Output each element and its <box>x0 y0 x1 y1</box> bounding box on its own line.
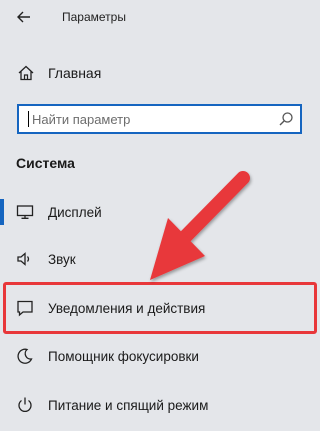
text-caret <box>28 111 29 127</box>
title-bar: Параметры <box>0 0 320 36</box>
notifications-icon <box>15 298 35 318</box>
nav-item-display[interactable]: Дисплей <box>0 195 320 229</box>
home-icon <box>16 63 36 83</box>
power-icon <box>15 395 35 415</box>
section-title: Система <box>16 155 75 171</box>
nav-item-focus-assist-label: Помощник фокусировки <box>48 348 199 364</box>
nav-item-display-label: Дисплей <box>48 204 102 220</box>
search-input[interactable] <box>32 111 262 127</box>
back-button[interactable] <box>12 6 36 28</box>
nav-item-home[interactable]: Главная <box>0 58 320 88</box>
search-icon[interactable] <box>278 111 294 127</box>
nav-item-notifications-label: Уведомления и действия <box>48 300 206 316</box>
arrow-left-icon <box>17 11 30 23</box>
nav-item-sound[interactable]: Звук <box>0 242 320 276</box>
nav-item-sound-label: Звук <box>48 251 76 267</box>
nav-item-focus-assist[interactable]: Помощник фокусировки <box>0 339 320 373</box>
nav-item-home-label: Главная <box>48 65 102 81</box>
window-title: Параметры <box>62 10 126 24</box>
focus-assist-icon <box>15 346 35 366</box>
nav-item-notifications[interactable]: Уведомления и действия <box>0 291 320 325</box>
nav-item-power-label: Питание и спящий режим <box>48 397 209 413</box>
display-icon <box>15 202 35 222</box>
search-box[interactable] <box>17 104 302 134</box>
sound-icon <box>15 249 35 269</box>
nav-item-power[interactable]: Питание и спящий режим <box>0 388 320 422</box>
